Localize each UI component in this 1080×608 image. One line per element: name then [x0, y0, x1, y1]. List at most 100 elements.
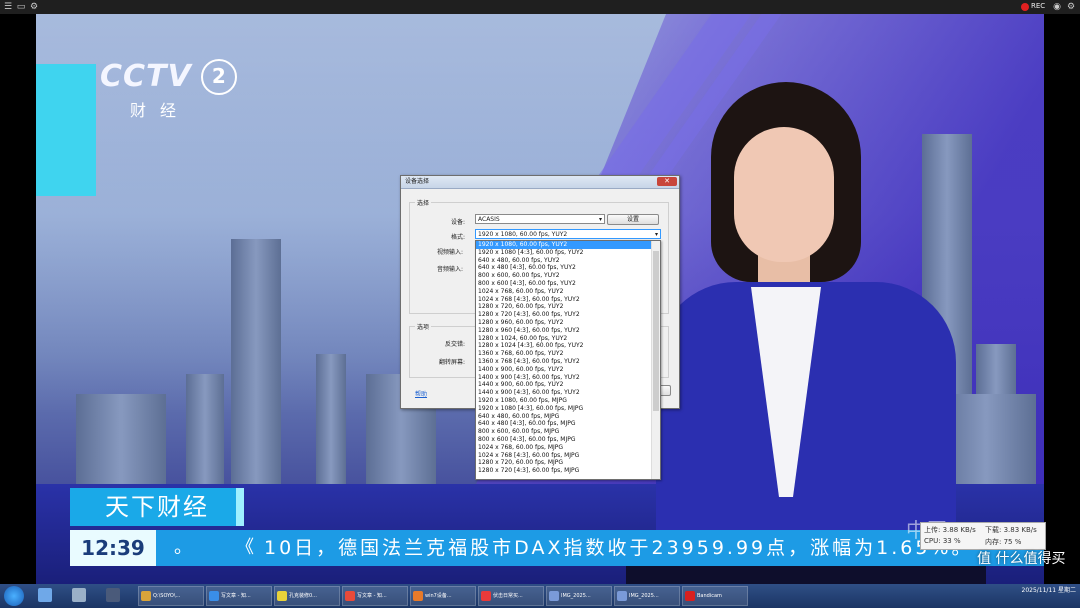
format-option[interactable]: 640 x 480 [4:3], 60.00 fps, MJPG [476, 420, 660, 428]
time-display: 12:39 [70, 530, 156, 566]
scrollbar-thumb[interactable] [653, 251, 659, 411]
format-option[interactable]: 1440 x 900, 60.00 fps, YUY2 [476, 381, 660, 389]
taskbar-button[interactable]: Q:\SOYO\... [138, 586, 204, 606]
taskbar-button-label: win7设备... [425, 593, 452, 599]
menu-icon[interactable]: ☰ [3, 2, 13, 12]
memory-usage: 内存: 75 % [985, 538, 1022, 546]
window-icon[interactable]: ▭ [16, 2, 26, 12]
cpu-usage: CPU: 33 % [924, 537, 961, 545]
format-option[interactable]: 1280 x 960 [4:3], 60.00 fps, YUY2 [476, 327, 660, 335]
banner-edge [236, 488, 244, 526]
format-option[interactable]: 1920 x 1080, 60.00 fps, YUY2 [476, 241, 660, 249]
ticker-dot: 。 [174, 537, 192, 558]
taskbar-app-icon [617, 591, 627, 601]
video-input-label: 视频输入: [437, 249, 464, 256]
taskbar-button[interactable]: 写文章 - 知... [206, 586, 272, 606]
format-option[interactable]: 1440 x 900 [4:3], 60.00 fps, YUY2 [476, 389, 660, 397]
program-title: 天下财经 [70, 488, 244, 526]
taskbar-button-label: Bandicam [697, 593, 722, 599]
taskbar-button-label: 写文章 - 知... [357, 593, 387, 599]
app-icon[interactable] [106, 588, 120, 602]
taskbar-button[interactable]: 伏击日常买... [478, 586, 544, 606]
format-option[interactable]: 640 x 480 [4:3], 60.00 fps, YUY2 [476, 264, 660, 272]
settings-button[interactable]: 设置 [607, 214, 659, 225]
taskbar-app-icon [345, 591, 355, 601]
format-option[interactable]: 1280 x 720 [4:3], 60.00 fps, MJPG [476, 467, 660, 475]
select-group-label: 选择 [415, 198, 432, 207]
taskbar-button[interactable]: win7设备... [410, 586, 476, 606]
taskbar-app-icon [209, 591, 219, 601]
ticker-mark: 《 [236, 537, 254, 558]
format-option[interactable]: 1400 x 900 [4:3], 60.00 fps, YUY2 [476, 374, 660, 382]
rec-label[interactable]: REC [1031, 2, 1045, 10]
record-icon[interactable] [1021, 3, 1029, 11]
format-option[interactable]: 1920 x 1080 [4:3], 60.00 fps, MJPG [476, 405, 660, 413]
format-value: 1920 x 1080, 60.00 fps, YUY2 [478, 231, 568, 238]
format-option[interactable]: 800 x 600 [4:3], 60.00 fps, MJPG [476, 436, 660, 444]
taskbar: Q:\SOYO\... 写文章 - 知... 孔克装修0... 写文章 - 知... w… [0, 584, 1080, 608]
device-value: ACASIS [478, 216, 500, 223]
format-option[interactable]: 800 x 600, 60.00 fps, YUY2 [476, 272, 660, 280]
format-option[interactable]: 1920 x 1080, 60.00 fps, MJPG [476, 397, 660, 405]
dialog-title: 设备选择 [401, 176, 679, 189]
format-select[interactable]: 1920 x 1080, 60.00 fps, YUY2 ▾ [475, 229, 661, 239]
format-option[interactable]: 640 x 480, 60.00 fps, MJPG [476, 413, 660, 421]
format-option[interactable]: 800 x 600 [4:3], 60.00 fps, YUY2 [476, 280, 660, 288]
format-option[interactable]: 1280 x 720, 60.00 fps, YUY2 [476, 303, 660, 311]
format-option[interactable]: 640 x 480, 60.00 fps, YUY2 [476, 257, 660, 265]
chevron-down-icon: ▾ [598, 216, 602, 223]
taskbar-button[interactable]: 孔克装修0... [274, 586, 340, 606]
taskbar-button-label: 孔克装修0... [289, 593, 317, 599]
format-option[interactable]: 1024 x 768, 60.00 fps, YUY2 [476, 288, 660, 296]
format-option[interactable]: 1024 x 768 [4:3], 60.00 fps, YUY2 [476, 296, 660, 304]
download-rate: 下载: 3.83 KB/s [985, 526, 1037, 534]
news-anchor [626, 82, 986, 584]
device-select[interactable]: ACASIS ▾ [475, 214, 605, 224]
close-button[interactable]: ✕ [657, 177, 677, 186]
camera-icon[interactable]: ◉ [1052, 2, 1062, 12]
device-label: 设备: [451, 219, 466, 226]
taskbar-button[interactable]: Bandicam [682, 586, 748, 606]
format-dropdown-list[interactable]: 1920 x 1080, 60.00 fps, YUY2 1920 x 1080 … [475, 240, 661, 480]
format-option[interactable]: 1280 x 720, 60.00 fps, MJPG [476, 459, 660, 467]
taskbar-app-icon [277, 591, 287, 601]
channel-number: 2 [200, 59, 237, 95]
audio-input-label: 音频输入: [437, 266, 464, 273]
channel-logo: CCTV 2 财经 [100, 59, 237, 121]
desktop-icon[interactable] [38, 588, 52, 602]
format-option[interactable]: 1920 x 1080 [4:3], 60.00 fps, YUY2 [476, 249, 660, 257]
format-option[interactable]: 1360 x 768 [4:3], 60.00 fps, YUY2 [476, 358, 660, 366]
computer-icon[interactable] [72, 588, 86, 602]
format-option[interactable]: 1400 x 900, 60.00 fps, YUY2 [476, 366, 660, 374]
help-link[interactable]: 帮助 [415, 389, 427, 398]
format-option[interactable]: 1024 x 768 [4:3], 60.00 fps, MJPG [476, 452, 660, 460]
taskbar-app-icon [685, 591, 695, 601]
player-topbar: ☰ ▭ ⚙ REC ◉ ⚙ [0, 0, 1080, 14]
system-tray: 2025/11/11 星期二 [1022, 586, 1077, 596]
format-option[interactable]: 1280 x 1024 [4:3], 60.00 fps, YUY2 [476, 342, 660, 350]
taskbar-app-icon [141, 591, 151, 601]
taskbar-button[interactable]: IMG_2025... [546, 586, 612, 606]
anchor-face [734, 127, 834, 262]
network-stats: 上传: 3.88 KB/s 下载: 3.83 KB/s CPU: 33 % 内存… [920, 522, 1046, 550]
format-option[interactable]: 1280 x 960, 60.00 fps, YUY2 [476, 319, 660, 327]
taskbar-app-icon [413, 591, 423, 601]
format-option[interactable]: 1280 x 720 [4:3], 60.00 fps, YUY2 [476, 311, 660, 319]
taskbar-button[interactable]: IMG_2025... [614, 586, 680, 606]
taskbar-button[interactable]: 写文章 - 知... [342, 586, 408, 606]
settings-icon[interactable]: ⚙ [1066, 2, 1076, 12]
options-group-label: 选项 [415, 322, 432, 331]
format-option[interactable]: 1360 x 768, 60.00 fps, YUY2 [476, 350, 660, 358]
start-button[interactable] [4, 586, 24, 606]
deinterlace-label: 反交错: [445, 341, 466, 348]
gear-icon[interactable]: ⚙ [29, 2, 39, 12]
scrollbar[interactable] [651, 241, 660, 479]
taskbar-button-label: 写文章 - 知... [221, 593, 251, 599]
format-option[interactable]: 1280 x 1024, 60.00 fps, YUY2 [476, 335, 660, 343]
channel-subtitle: 财经 [130, 101, 191, 120]
taskbar-app-icon [481, 591, 491, 601]
format-option[interactable]: 800 x 600, 60.00 fps, MJPG [476, 428, 660, 436]
format-option[interactable]: 1024 x 768, 60.00 fps, MJPG [476, 444, 660, 452]
upload-rate: 上传: 3.88 KB/s [924, 526, 976, 534]
chevron-down-icon: ▾ [654, 231, 658, 238]
